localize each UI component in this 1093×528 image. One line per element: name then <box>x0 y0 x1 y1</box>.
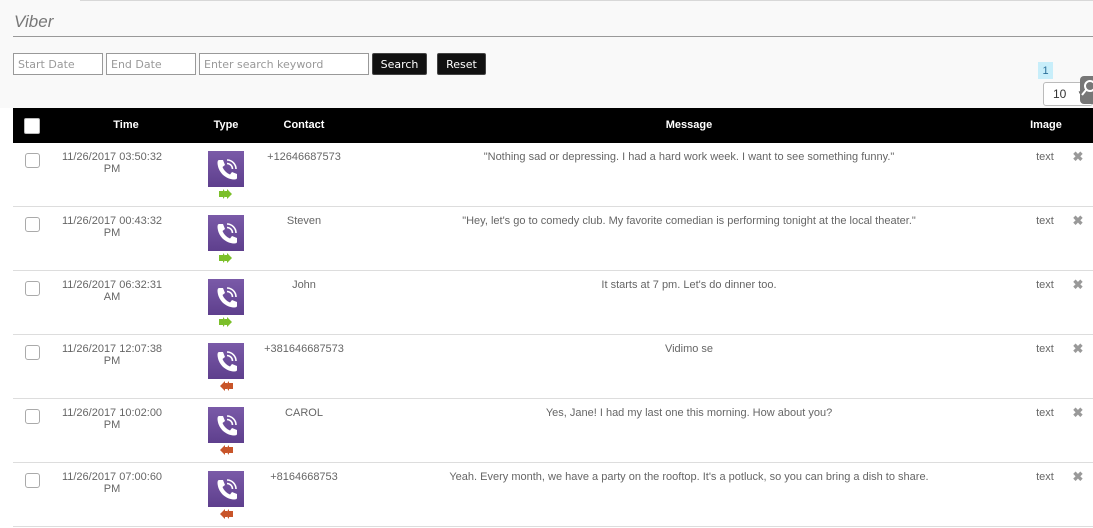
row-contact: +8164668753 <box>270 471 338 483</box>
reset-button[interactable]: Reset <box>437 53 486 75</box>
viber-icon <box>208 151 244 187</box>
row-image-type: text <box>1036 471 1054 483</box>
row-contact: Steven <box>286 215 322 227</box>
row-type <box>208 343 244 393</box>
row-checkbox[interactable] <box>25 281 40 296</box>
row-image-type: text <box>1036 407 1054 419</box>
double-arrow-left-icon <box>219 381 233 391</box>
double-arrow-right-icon <box>219 189 233 199</box>
row-checkbox[interactable] <box>25 409 40 424</box>
row-time: 11/26/2017 00:43:32 PM <box>61 215 163 239</box>
close-icon[interactable]: ✖ <box>1071 213 1085 229</box>
viber-icon <box>208 279 244 315</box>
close-icon[interactable]: ✖ <box>1071 405 1085 421</box>
row-type <box>208 279 244 329</box>
double-arrow-right-icon <box>219 317 233 327</box>
column-header-image[interactable]: Image <box>1025 108 1067 143</box>
double-arrow-left-icon <box>219 445 233 455</box>
top-divider <box>80 0 1093 1</box>
row-checkbox[interactable] <box>25 473 40 488</box>
row-time: 11/26/2017 10:02:00 PM <box>61 407 163 431</box>
row-checkbox[interactable] <box>25 217 40 232</box>
title-divider <box>13 36 1093 37</box>
table-row: 11/26/2017 03:50:32 PM +12646687573 "Not… <box>13 143 1093 207</box>
table-header: Time Type Contact Message Image <box>13 108 1093 143</box>
table-row: 11/26/2017 10:02:00 PM CAROL Yes, Jane! … <box>13 399 1093 463</box>
double-arrow-left-icon <box>219 509 233 519</box>
row-message: Vidimo se <box>664 343 714 355</box>
column-header-type[interactable]: Type <box>208 108 244 143</box>
row-checkbox[interactable] <box>25 345 40 360</box>
row-message: Yes, Jane! I had my last one this mornin… <box>545 407 833 419</box>
row-type <box>208 407 244 457</box>
column-header-contact[interactable]: Contact <box>249 108 359 143</box>
column-header-message[interactable]: Message <box>359 108 1019 143</box>
row-message: Yeah. Every month, we have a party on th… <box>449 471 929 483</box>
table-row: 11/26/2017 07:00:60 PM +8164668753 Yeah.… <box>13 463 1093 527</box>
per-page-value: 10 <box>1053 87 1067 101</box>
viber-icon <box>208 471 244 507</box>
close-icon[interactable]: ✖ <box>1071 149 1085 165</box>
table-row: 11/26/2017 12:07:38 PM +381646687573 Vid… <box>13 335 1093 399</box>
start-date-input[interactable] <box>13 53 103 75</box>
row-type <box>208 151 244 201</box>
row-message: It starts at 7 pm. Let's do dinner too. <box>601 279 777 291</box>
viber-icon <box>208 407 244 443</box>
row-image-type: text <box>1036 215 1054 227</box>
row-type <box>208 471 244 521</box>
page-title: Viber <box>14 12 54 31</box>
table-row: 11/26/2017 06:32:31 AM John It starts at… <box>13 271 1093 335</box>
row-time: 11/26/2017 06:32:31 AM <box>61 279 163 303</box>
column-header-time[interactable]: Time <box>53 108 199 143</box>
row-image-type: text <box>1036 279 1054 291</box>
viber-icon <box>208 343 244 379</box>
table-row: 11/26/2017 00:43:32 PM Steven "Hey, let'… <box>13 207 1093 271</box>
row-contact: +12646687573 <box>267 151 341 163</box>
row-image-type: text <box>1036 151 1054 163</box>
double-arrow-right-icon <box>219 253 233 263</box>
row-time: 11/26/2017 12:07:38 PM <box>61 343 163 367</box>
end-date-input[interactable] <box>106 53 196 75</box>
row-type <box>208 215 244 265</box>
message-table-body: 11/26/2017 03:50:32 PM +12646687573 "Not… <box>13 143 1093 527</box>
row-contact: CAROL <box>285 407 323 419</box>
search-input[interactable] <box>199 53 369 75</box>
select-all-checkbox[interactable] <box>24 118 40 134</box>
row-checkbox[interactable] <box>25 153 40 168</box>
search-button[interactable]: Search <box>372 53 427 75</box>
row-time: 11/26/2017 03:50:32 PM <box>61 151 163 175</box>
row-message: "Nothing sad or depressing. I had a hard… <box>483 151 895 163</box>
row-time: 11/26/2017 07:00:60 PM <box>61 471 163 495</box>
close-icon[interactable]: ✖ <box>1071 341 1085 357</box>
row-contact: John <box>292 279 316 291</box>
row-image-type: text <box>1036 343 1054 355</box>
row-message: "Hey, let's go to comedy club. My favori… <box>462 215 916 227</box>
close-icon[interactable]: ✖ <box>1071 277 1085 293</box>
close-icon[interactable]: ✖ <box>1071 469 1085 485</box>
gear-icon[interactable] <box>1080 76 1093 104</box>
page-number-badge[interactable]: 1 <box>1038 62 1053 79</box>
row-contact: +381646687573 <box>264 343 344 355</box>
viber-icon <box>208 215 244 251</box>
